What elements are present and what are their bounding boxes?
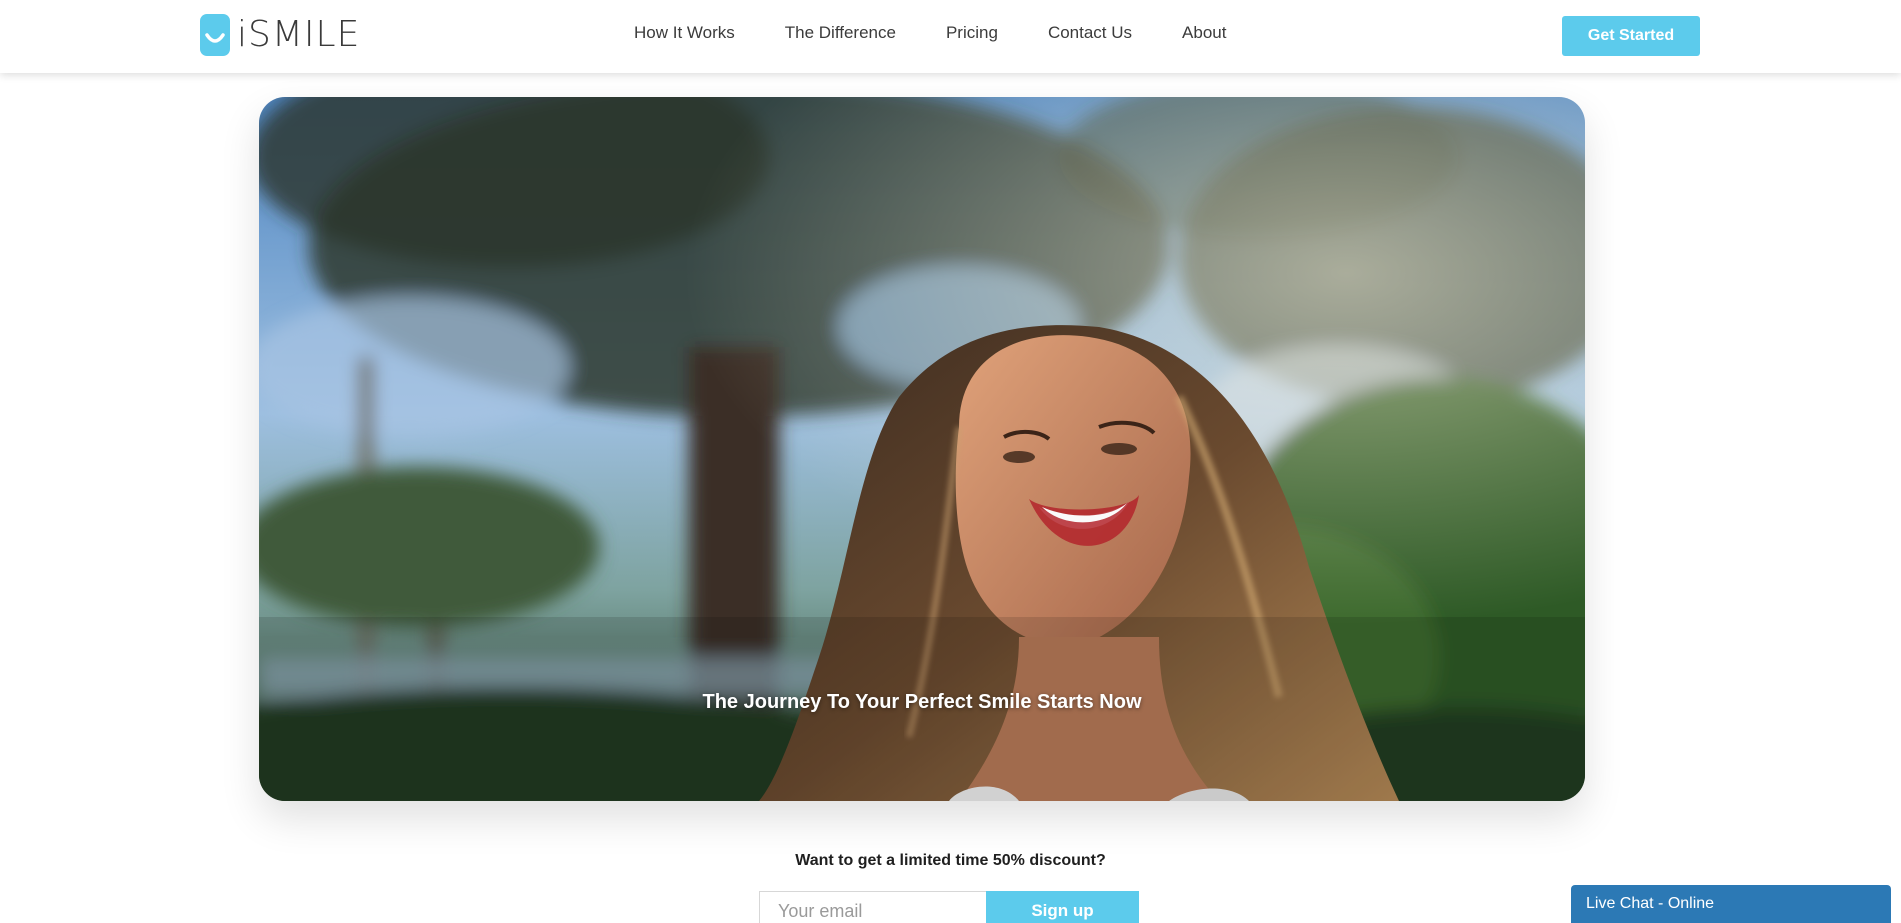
email-input[interactable] — [759, 891, 986, 923]
brand-name: iSMILE — [237, 14, 361, 55]
site-header: iSMILE How It Works The Difference Prici… — [0, 0, 1901, 73]
brand-logo[interactable]: iSMILE — [199, 13, 360, 57]
nav-contact-us[interactable]: Contact Us — [1048, 23, 1132, 43]
smile-logo-icon — [200, 14, 230, 56]
nav-about[interactable]: About — [1182, 23, 1226, 43]
get-started-button[interactable]: Get Started — [1562, 16, 1700, 56]
nav-how-it-works[interactable]: How It Works — [634, 23, 735, 43]
hero-banner: The Journey To Your Perfect Smile Starts… — [259, 97, 1585, 801]
discount-signup-form: Sign up — [759, 891, 1139, 923]
hero-caption: The Journey To Your Perfect Smile Starts… — [702, 691, 1142, 713]
nav-pricing[interactable]: Pricing — [946, 23, 998, 43]
page: iSMILE How It Works The Difference Prici… — [0, 0, 1901, 923]
main-nav: How It Works The Difference Pricing Cont… — [634, 20, 1226, 46]
nav-the-difference[interactable]: The Difference — [785, 23, 896, 43]
discount-prompt: Want to get a limited time 50% discount? — [795, 852, 1106, 869]
sign-up-button[interactable]: Sign up — [986, 891, 1139, 923]
live-chat-tab[interactable]: Live Chat - Online — [1571, 885, 1891, 923]
